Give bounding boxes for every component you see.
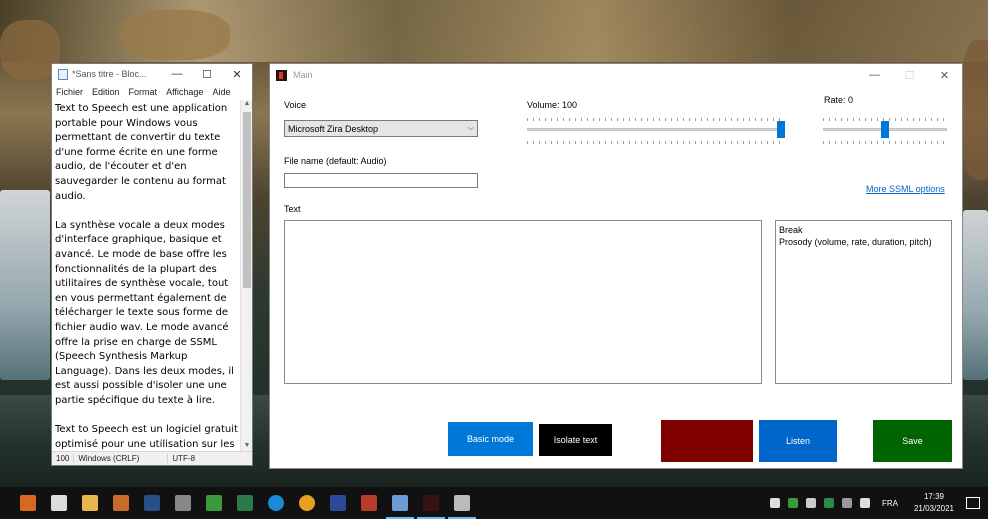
media-player-icon[interactable] — [19, 495, 36, 511]
menu-affichage[interactable]: Affichage — [166, 87, 203, 97]
remote-desktop-icon[interactable] — [447, 495, 476, 519]
security-icon[interactable] — [823, 498, 834, 508]
stop-button[interactable]: Stop — [661, 420, 753, 462]
notepad-paragraph: La synthèse vocale a deux modes d'interf… — [55, 219, 234, 406]
skype-icon[interactable] — [267, 495, 284, 511]
rate-slider[interactable] — [823, 118, 947, 145]
update-icon[interactable] — [787, 498, 798, 508]
volume-label: Volume: 100 — [527, 100, 578, 110]
media-icon[interactable] — [298, 495, 315, 511]
main-title: Main — [293, 70, 313, 80]
file-explorer-icon[interactable] — [81, 495, 98, 511]
clock[interactable]: 17:39 21/03/2021 — [914, 491, 954, 515]
voice-selected-value: Microsoft Zira Desktop — [288, 123, 379, 134]
remote-icon[interactable] — [143, 495, 160, 511]
ssml-option-break[interactable]: Break — [779, 224, 948, 236]
minimize-button[interactable]: — — [857, 69, 892, 81]
phone-icon[interactable] — [174, 495, 191, 511]
menu-aide[interactable]: Aide — [212, 87, 230, 97]
status-zoom: 100 — [52, 454, 75, 463]
save-button[interactable]: Save — [873, 420, 952, 462]
isolate-text-button[interactable]: Isolate text — [539, 424, 612, 456]
status-line-ending: Windows (CRLF) — [74, 454, 169, 463]
maximize-button[interactable]: ☐ — [892, 69, 927, 82]
volume-slider-ticks — [527, 118, 785, 121]
folder-icon[interactable] — [329, 495, 346, 511]
notepad-icon — [58, 68, 68, 80]
rate-label: Rate: 0 — [824, 95, 854, 105]
spreadsheet-icon[interactable] — [236, 495, 253, 511]
volume-slider[interactable] — [527, 118, 785, 145]
wifi-icon[interactable] — [841, 498, 852, 508]
text-to-speech-icon[interactable] — [416, 495, 445, 519]
wallpaper-rock — [120, 10, 230, 60]
more-ssml-options-link[interactable]: More SSML options — [866, 184, 945, 194]
notepad-scrollbar[interactable]: ▲ ▼ — [240, 100, 252, 453]
rate-slider-thumb[interactable] — [881, 121, 889, 138]
notifications-icon[interactable] — [966, 497, 980, 509]
chevron-down-icon: ⌵ — [467, 123, 474, 132]
minimize-button[interactable]: — — [162, 68, 192, 80]
file-name-input[interactable] — [284, 173, 478, 188]
system-tray: FRA 17:39 21/03/2021 — [766, 487, 988, 519]
wallpaper-rock — [960, 40, 988, 180]
volume-slider-ticks — [527, 141, 785, 144]
text-label: Text — [284, 204, 301, 214]
notepad-text-area[interactable]: Text to Speech est une application porta… — [52, 100, 241, 453]
wallpaper-waterfall — [0, 190, 50, 380]
file-name-label: File name (default: Audio) — [284, 156, 387, 166]
clock-date: 21/03/2021 — [913, 504, 954, 513]
menu-fichier[interactable]: Fichier — [56, 87, 83, 97]
close-button[interactable]: ✕ — [927, 69, 962, 82]
menu-format[interactable]: Format — [129, 87, 158, 97]
ssml-options-list[interactable]: Break Prosody (volume, rate, duration, p… — [775, 220, 952, 384]
voice-select[interactable]: Microsoft Zira Desktop ⌵ — [284, 120, 478, 137]
notepad-icon[interactable] — [385, 495, 414, 519]
language-indicator[interactable]: FRA — [882, 499, 898, 508]
voice-label: Voice — [284, 100, 307, 110]
taskbar: FRA 17:39 21/03/2021 — [0, 487, 988, 519]
main-window[interactable]: Main — ☐ ✕ Voice Microsoft Zira Desktop … — [269, 63, 963, 469]
main-title-bar[interactable]: Main — ☐ ✕ — [270, 64, 962, 86]
close-button[interactable]: ✕ — [222, 68, 252, 81]
ssml-option-prosody[interactable]: Prosody (volume, rate, duration, pitch) — [779, 236, 948, 248]
basic-mode-button[interactable]: Basic mode — [448, 422, 533, 456]
volume-slider-track — [527, 128, 785, 131]
home-icon[interactable] — [205, 495, 222, 511]
menu-edition[interactable]: Edition — [92, 87, 120, 97]
text-input[interactable] — [284, 220, 762, 384]
notepad-title: *Sans titre - Bloc... — [72, 69, 147, 79]
rate-slider-ticks — [823, 141, 947, 144]
notepad-title-bar[interactable]: *Sans titre - Bloc... — ☐ ✕ — [52, 64, 252, 84]
paint-icon[interactable] — [112, 495, 129, 511]
notepad-paragraph: Text to Speech est un logiciel gratuit o… — [55, 424, 238, 450]
document-icon[interactable] — [360, 495, 377, 511]
status-encoding: UTF-8 — [172, 454, 196, 463]
volume-icon[interactable] — [859, 498, 870, 508]
notepad-window[interactable]: *Sans titre - Bloc... — ☐ ✕ Fichier Edit… — [51, 63, 253, 466]
scrollbar-thumb[interactable] — [243, 112, 251, 288]
scroll-up-icon[interactable]: ▲ — [241, 100, 253, 111]
listen-button[interactable]: Listen — [759, 420, 837, 462]
volume-slider-thumb[interactable] — [777, 121, 785, 138]
usb-icon[interactable] — [805, 498, 816, 508]
clock-time: 17:39 — [923, 492, 944, 501]
notepad-status-bar: 100 Windows (CRLF) UTF-8 — [52, 451, 252, 465]
maximize-button[interactable]: ☐ — [192, 68, 222, 81]
text-to-speech-app-icon — [276, 69, 287, 81]
wallpaper-waterfall — [963, 210, 988, 380]
notepad-paragraph: Text to Speech est une application porta… — [55, 103, 228, 202]
screenshot-tool-icon[interactable] — [50, 495, 67, 511]
display-icon[interactable] — [769, 498, 780, 508]
notepad-menu-bar: Fichier Edition Format Affichage Aide — [52, 84, 252, 99]
